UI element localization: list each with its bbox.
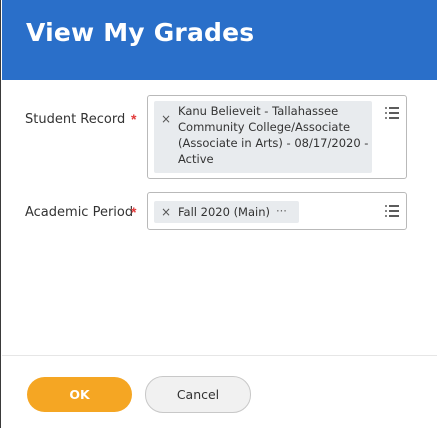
list-menu-icon[interactable] [385, 107, 399, 119]
ok-button[interactable]: OK [27, 377, 132, 412]
required-marker: * [131, 111, 137, 127]
remove-academic-period-icon[interactable]: × [161, 204, 171, 220]
student-record-line: (Associate in Arts) - 08/17/2020 - [178, 136, 369, 150]
student-record-line: Community College/Associate [178, 120, 351, 134]
student-record-label: Student Record [25, 112, 126, 127]
remove-student-record-icon[interactable]: × [161, 111, 171, 127]
list-menu-icon[interactable] [385, 205, 399, 217]
academic-period-pill[interactable]: × Fall 2020 (Main) ··· [154, 201, 299, 223]
cancel-button[interactable]: Cancel [145, 376, 251, 413]
academic-period-value: Fall 2020 (Main) [178, 205, 270, 219]
student-record-line: Active [178, 152, 214, 166]
student-record-field[interactable]: × Kanu Believeit - Tallahassee Community… [147, 95, 407, 179]
page-title: View My Grades [26, 18, 255, 47]
student-record-value: Kanu Believeit - Tallahassee Community C… [178, 103, 368, 167]
required-marker: * [131, 204, 137, 220]
academic-period-label: Academic Period [25, 205, 134, 220]
more-options-icon[interactable]: ··· [276, 203, 287, 219]
academic-period-field[interactable]: × Fall 2020 (Main) ··· [147, 192, 407, 230]
dialog-header: View My Grades [2, 0, 437, 80]
student-record-line: Kanu Believeit - Tallahassee [178, 104, 339, 118]
footer-divider [2, 355, 437, 356]
dialog: View My Grades Student Record * × Kanu B… [0, 0, 437, 428]
student-record-pill[interactable]: × Kanu Believeit - Tallahassee Community… [154, 101, 372, 173]
